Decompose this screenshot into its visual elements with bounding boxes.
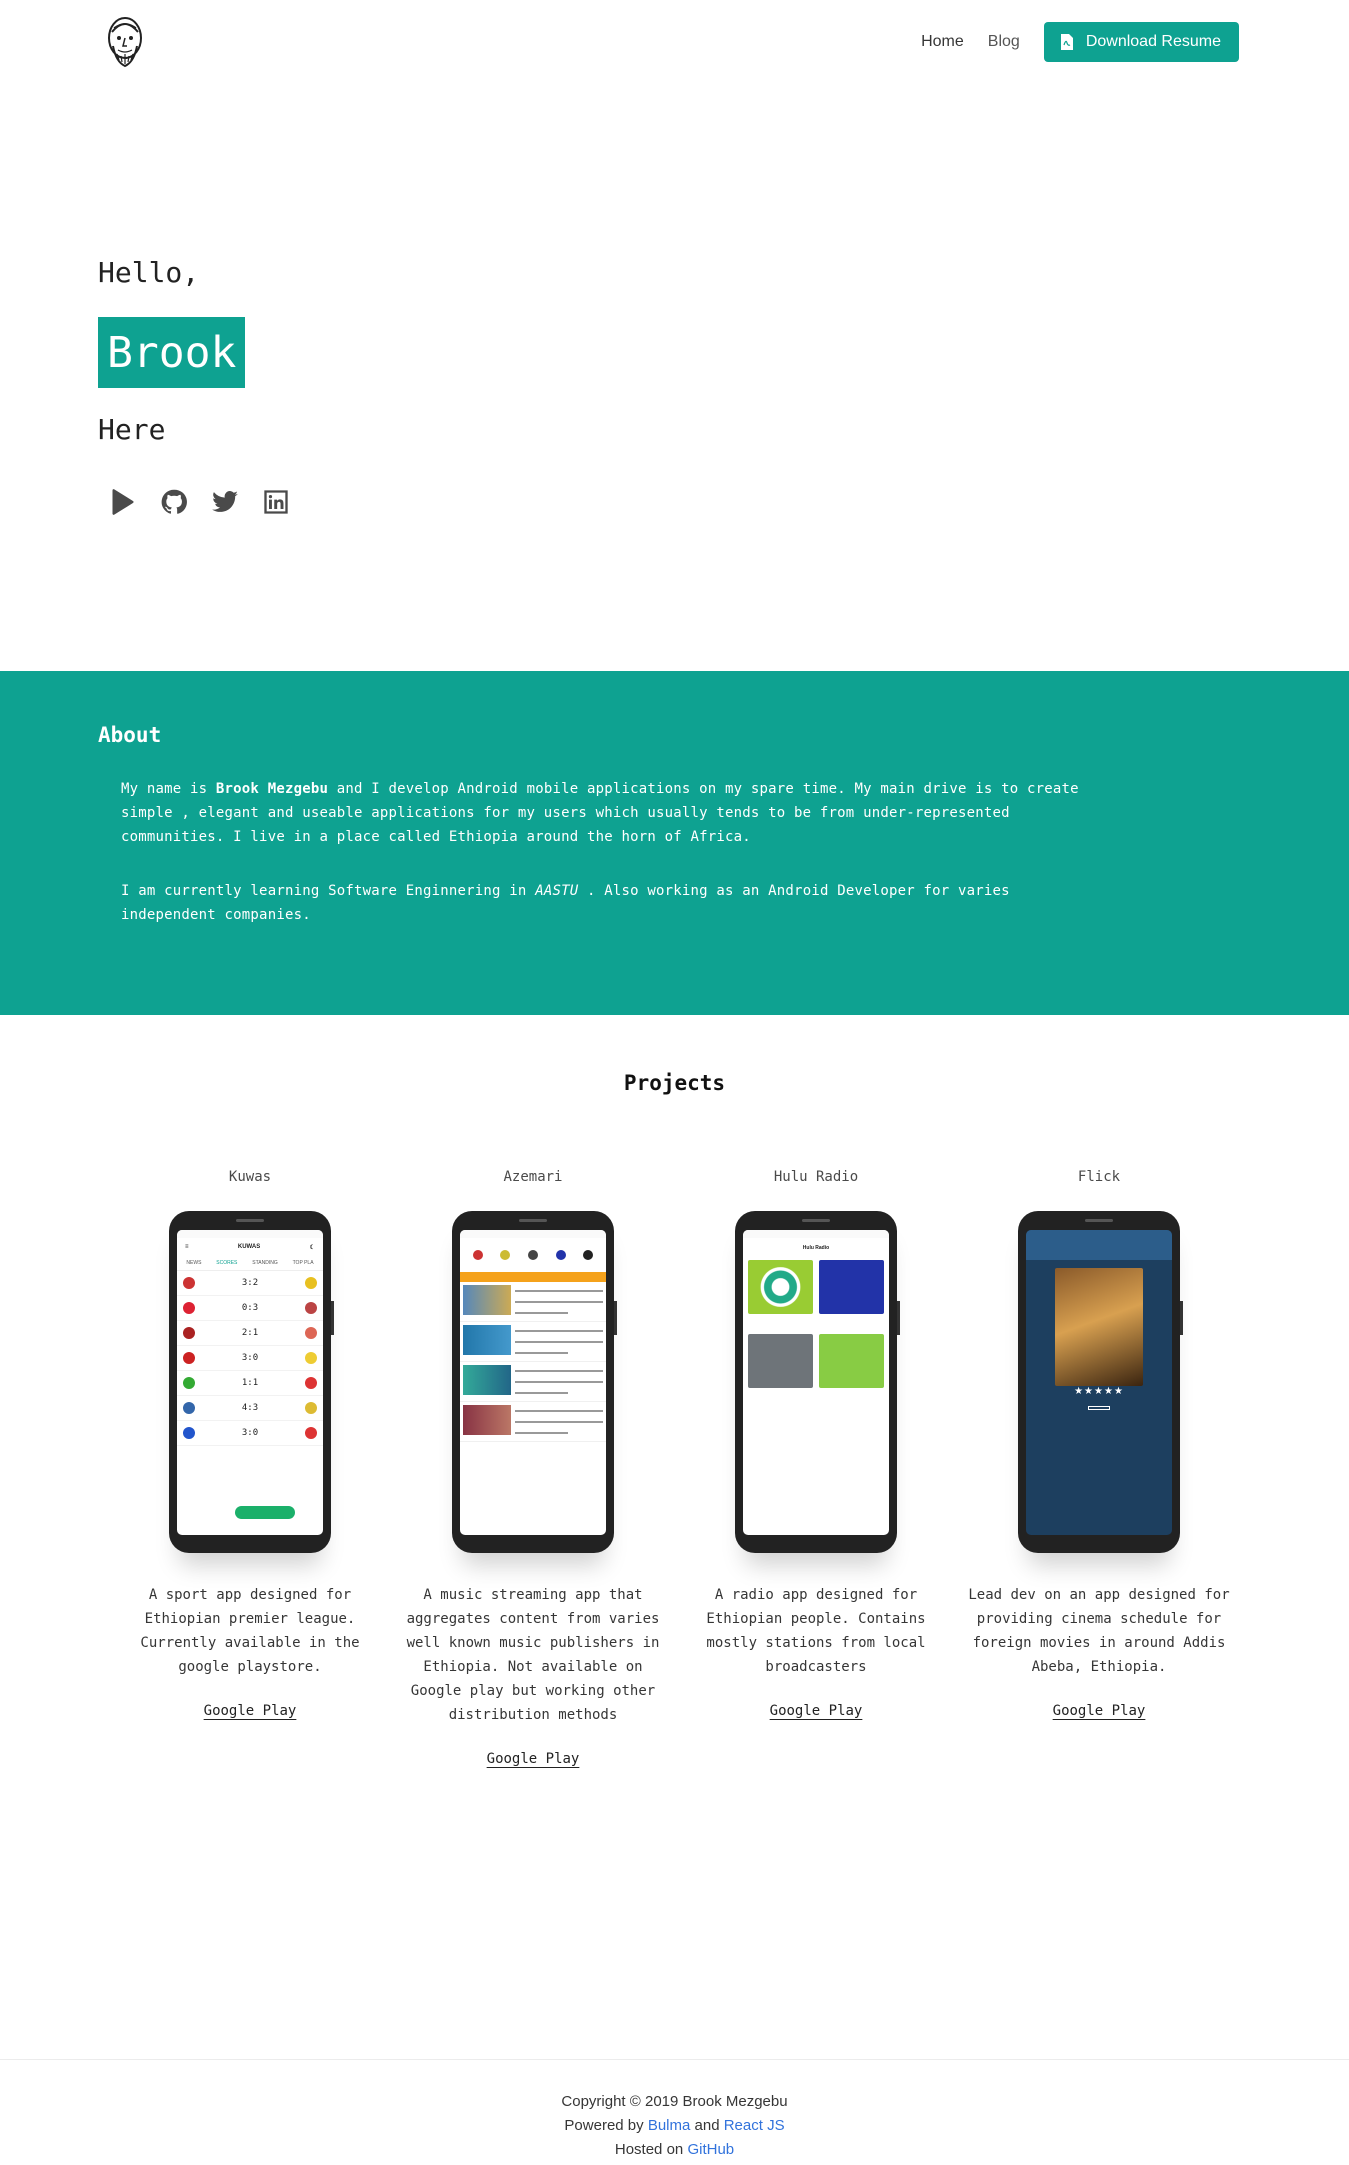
bulma-link[interactable]: Bulma: [648, 2117, 691, 2134]
pdf-file-icon: [1060, 34, 1073, 50]
social-links: [106, 485, 310, 519]
linkedin-icon[interactable]: [259, 485, 293, 519]
react-link[interactable]: React JS: [724, 2117, 785, 2134]
and-label: and: [694, 2117, 720, 2134]
bearded-face-logo-icon[interactable]: [104, 14, 146, 70]
google-play-link[interactable]: Google Play: [487, 1751, 580, 1767]
project-description: A music streaming app that aggregates co…: [406, 1587, 660, 1723]
phone-screenshot-hulu-radio: Hulu Radio: [735, 1211, 900, 1553]
google-play-link[interactable]: Google Play: [1053, 1703, 1146, 1719]
powered-by-label: Powered by: [564, 2117, 644, 2134]
project-description: Lead dev on an app designed for providin…: [968, 1587, 1230, 1675]
projects-section: Projects Kuwas ≡ KUWAS ☾ NEWS SCORES STANDIN…: [0, 1015, 1349, 2059]
about-paragraph-1: My name is Brook Mezgebu and I develop A…: [121, 777, 1091, 849]
hero-name: Brook: [98, 317, 246, 388]
project-cards: Kuwas ≡ KUWAS ☾ NEWS SCORES STANDING TOP PLA …: [110, 1169, 1239, 1768]
hosted-on-label: Hosted on: [614, 2141, 684, 2158]
nav-blog-link[interactable]: Blog: [988, 33, 1020, 51]
footer-hosted-on: Hosted on GitHub: [0, 2138, 1349, 2162]
about-name: Brook Mezgebu: [215, 781, 329, 797]
project-title: Azemari: [503, 1169, 563, 1185]
about-paragraph-2: I am currently learning Software Enginne…: [121, 879, 1091, 927]
navbar: Home Blog Download Resume: [0, 0, 1349, 88]
google-play-link[interactable]: Google Play: [204, 1703, 297, 1719]
project-card-kuwas: Kuwas ≡ KUWAS ☾ NEWS SCORES STANDING TOP PLA …: [110, 1169, 390, 1768]
nav-home-link[interactable]: Home: [921, 33, 964, 51]
hero-greeting: Hello,: [98, 256, 200, 289]
github-icon[interactable]: [157, 485, 191, 519]
phone-screenshot-azemari: [452, 1211, 617, 1553]
project-title: Kuwas: [228, 1169, 272, 1185]
download-resume-label: Download Resume: [1085, 33, 1221, 50]
projects-heading: Projects: [623, 1071, 726, 1095]
project-description: A sport app designed for Ethiopian premi…: [140, 1587, 360, 1675]
github-link[interactable]: GitHub: [687, 2141, 734, 2158]
about-section: About My name is Brook Mezgebu and I dev…: [0, 671, 1349, 1015]
twitter-icon[interactable]: [208, 485, 242, 519]
google-play-link[interactable]: Google Play: [770, 1703, 863, 1719]
project-title: Hulu Radio: [773, 1169, 859, 1185]
hero-here: Here: [98, 413, 166, 446]
download-resume-button[interactable]: Download Resume: [1043, 22, 1239, 62]
about-p1-pre: My name is: [121, 781, 216, 797]
footer-powered-by: Powered by Bulma and React JS: [0, 2114, 1349, 2138]
phone-screenshot-kuwas: ≡ KUWAS ☾ NEWS SCORES STANDING TOP PLA 3:2 0:…: [169, 1211, 334, 1553]
phone-screenshot-flick: ★★★★★: [1018, 1211, 1183, 1553]
project-card-hulu-radio: Hulu Radio Hulu Radio A radio app design…: [676, 1169, 956, 1768]
footer: Copyright © 2019 Brook Mezgebu Powered b…: [0, 2059, 1349, 2165]
project-description: A radio app designed for Ethiopian peopl…: [706, 1587, 926, 1675]
about-school: AASTU: [535, 883, 579, 899]
project-title: Flick: [1077, 1169, 1121, 1185]
project-card-azemari: Azemari A music streaming app that aggre…: [393, 1169, 673, 1768]
about-p2-pre: I am currently learning Software Enginne…: [121, 883, 536, 899]
about-heading: About: [98, 723, 162, 747]
hero-section: Hello, Brook Here: [0, 88, 1349, 671]
google-play-icon[interactable]: [106, 485, 140, 519]
footer-copyright: Copyright © 2019 Brook Mezgebu: [561, 2093, 788, 2110]
project-card-flick: Flick ★★★★★ Lead dev on an app designed …: [959, 1169, 1239, 1768]
nav-links: Home Blog Download Resume: [921, 22, 1239, 62]
